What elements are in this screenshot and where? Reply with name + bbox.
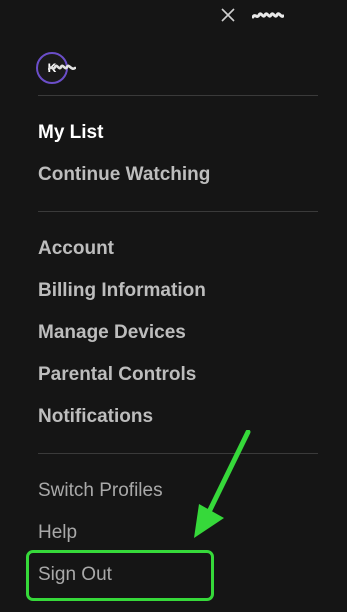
redacted-name-scribble (252, 12, 284, 19)
menu-item-parental-controls[interactable]: Parental Controls (38, 363, 196, 387)
divider (38, 453, 318, 454)
sign-out-highlight-box (26, 550, 214, 601)
menu-item-continue-watching[interactable]: Continue Watching (38, 163, 210, 187)
menu-item-billing-information[interactable]: Billing Information (38, 279, 206, 303)
menu-item-account[interactable]: Account (38, 237, 114, 261)
divider (38, 211, 318, 212)
account-menu-panel: K My List Continue Watching Account Bill… (0, 0, 347, 612)
current-profile[interactable]: K (36, 52, 76, 84)
menu-top-bar (0, 0, 347, 32)
menu-item-my-list[interactable]: My List (38, 121, 103, 145)
menu-item-notifications[interactable]: Notifications (38, 405, 153, 429)
menu-item-help[interactable]: Help (38, 521, 77, 545)
menu-item-manage-devices[interactable]: Manage Devices (38, 321, 186, 345)
arrow-down-left-icon (194, 430, 251, 538)
close-icon[interactable] (218, 5, 238, 25)
redacted-profile-name-scribble (48, 64, 76, 71)
menu-item-switch-profiles[interactable]: Switch Profiles (38, 479, 163, 503)
divider (38, 95, 318, 96)
